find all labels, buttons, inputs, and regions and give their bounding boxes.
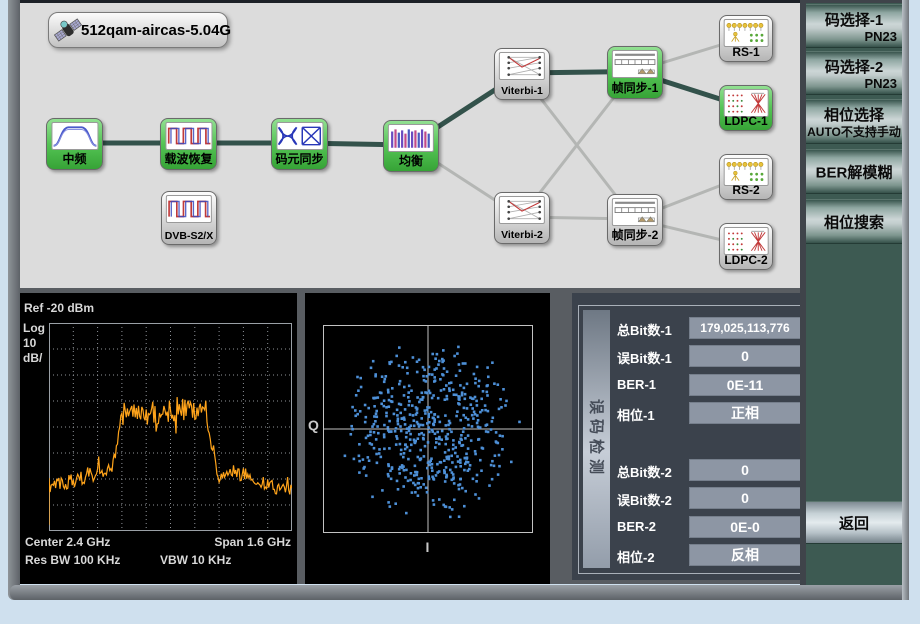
sidebar-button-value: PN23 (806, 76, 897, 91)
sidebar-button-1[interactable]: 码选择-1PN23 (806, 4, 902, 48)
signal-flow-diagram: 512qam-aircas-5.04G 中频 载波恢复 码元同步 均衡 DVB-S2/X… (20, 3, 800, 288)
flow-block-label: RS-1 (720, 45, 772, 59)
window-bottom-edge (10, 585, 908, 600)
flow-block-carrier[interactable]: 载波恢复 (160, 118, 217, 170)
error-row-label: 相位-1 (617, 405, 655, 424)
spectrum-vbw: VBW 10 KHz (160, 553, 231, 567)
error-row-label: BER-2 (617, 519, 656, 534)
flow-block-frame2[interactable]: 帧同步-2 (607, 194, 663, 246)
frame-icon (612, 50, 658, 78)
flow-block-label: LDPC-1 (720, 114, 772, 128)
ldpc-icon (724, 227, 769, 255)
constellation-plot (323, 325, 533, 533)
error-detection-frame: 误码检测 总Bit数-1 179,025,113,776 误Bit数-1 0 BER-1… (578, 305, 808, 574)
error-detection-strip-label: 误码检测 (586, 399, 607, 479)
trellis-icon (499, 196, 545, 224)
signal-title-chip[interactable]: 512qam-aircas-5.04G (48, 12, 228, 48)
sidebar-button-value: AUTO不支持手动 (806, 123, 902, 140)
ldpc-icon (724, 89, 769, 117)
flow-block-viterbi1[interactable]: Viterbi-1 (494, 48, 550, 100)
error-detection-panel: 误码检测 总Bit数-1 179,025,113,776 误Bit数-1 0 BER-1… (572, 293, 818, 580)
spectrum-center-freq: Center 2.4 GHz (25, 535, 110, 549)
sidebar-button-label: 相位搜索 (806, 211, 902, 232)
error-row-value: 0 (689, 459, 801, 481)
error-detection-strip: 误码检测 (583, 310, 610, 568)
error-row-value: 179,025,113,776 (689, 317, 801, 339)
sidebar-button-value: PN23 (806, 29, 897, 44)
error-row-label: 相位-2 (617, 547, 655, 566)
flow-block-label: Viterbi-2 (495, 229, 549, 241)
flow-block-label: 中频 (47, 150, 102, 167)
flow-block-label: 均衡 (384, 152, 438, 169)
sidebar-button-label: 码选择-2 (806, 56, 902, 77)
control-sidebar: 返回 码选择-1PN23码选择-2PN23相位选择AUTO不支持手动BER解模糊… (800, 0, 902, 585)
error-row-value: 0E-0 (689, 516, 801, 538)
error-row-value: 0E-11 (689, 374, 801, 396)
flow-block-dvb[interactable]: DVB-S2/X (161, 191, 217, 245)
satellite-icon (53, 15, 83, 45)
return-button-label: 返回 (806, 512, 902, 533)
error-row-label: 总Bit数-1 (617, 320, 672, 339)
error-row-label: 误Bit数-1 (617, 348, 672, 367)
error-row-label: BER-1 (617, 377, 656, 392)
error-row-value: 0 (689, 487, 801, 509)
flow-block-label: 帧同步-1 (608, 79, 662, 96)
spectrum-span: Span 1.6 GHz (214, 535, 291, 549)
constellation-panel: Q I (305, 293, 550, 584)
window-right-edge (902, 0, 909, 600)
flow-block-viterbi2[interactable]: Viterbi-2 (494, 192, 550, 244)
sidebar-button-label: 相位选择 (806, 104, 902, 125)
spectrum-ref-level: Ref -20 dBm (24, 301, 94, 315)
squarewave-icon (165, 122, 212, 150)
spectrum-scale-labels: Log 10 dB/ (23, 321, 45, 366)
sidebar-button-3[interactable]: 相位选择AUTO不支持手动 (806, 99, 902, 144)
flow-block-ldpc2[interactable]: LDPC-2 (719, 223, 773, 270)
sidebar-button-5[interactable]: 相位搜索 (806, 199, 902, 244)
sidebar-button-4[interactable]: BER解模糊 (806, 149, 902, 194)
signal-title-label: 512qam-aircas-5.04G (81, 22, 231, 39)
sidebar-button-2[interactable]: 码选择-2PN23 (806, 51, 902, 95)
spectrum-graticule (49, 323, 292, 531)
i-axis-label: I (305, 539, 550, 555)
rs-icon (724, 158, 769, 186)
error-row-label: 总Bit数-2 (617, 462, 672, 481)
flow-block-label: 帧同步-2 (608, 226, 662, 243)
error-row-value: 0 (689, 345, 801, 367)
spectrum-icon (51, 122, 98, 150)
flow-block-ldpc1[interactable]: LDPC-1 (719, 85, 773, 131)
flow-block-label: 载波恢复 (161, 150, 216, 167)
flow-block-label: Viterbi-1 (495, 85, 549, 97)
flow-block-frame1[interactable]: 帧同步-1 (607, 46, 663, 99)
error-row-label: 误Bit数-2 (617, 490, 672, 509)
sidebar-button-label: 码选择-1 (806, 9, 902, 30)
spectrum-analyzer-panel: Ref -20 dBm Log 10 dB/ Center 2.4 GHz Sp… (20, 293, 297, 584)
bars-icon (388, 124, 434, 152)
squarewave-icon (166, 195, 212, 223)
flow-block-rs2[interactable]: RS-2 (719, 154, 773, 200)
error-row-value: 正相 (689, 402, 801, 424)
flow-block-label: LDPC-2 (720, 253, 772, 267)
flow-block-rs1[interactable]: RS-1 (719, 15, 773, 62)
return-button[interactable]: 返回 (806, 501, 902, 544)
q-axis-label: Q (308, 417, 319, 433)
window-left-edge (8, 0, 20, 600)
sidebar-button-label: BER解模糊 (806, 161, 902, 182)
eye-icon (276, 122, 323, 150)
rs-icon (724, 19, 769, 47)
flow-block-label: DVB-S2/X (162, 230, 216, 242)
flow-block-symsync[interactable]: 码元同步 (271, 118, 328, 170)
demodulator-app: 512qam-aircas-5.04G 中频 载波恢复 码元同步 均衡 DVB-S2/X… (0, 0, 920, 624)
flow-block-eq[interactable]: 均衡 (383, 120, 439, 172)
monitor-panels: Ref -20 dBm Log 10 dB/ Center 2.4 GHz Sp… (20, 288, 800, 584)
flow-block-label: 码元同步 (272, 150, 327, 167)
flow-block-label: RS-2 (720, 183, 772, 197)
frame-icon (612, 198, 658, 226)
flow-block-if[interactable]: 中频 (46, 118, 103, 170)
control-sidebar-inner: 返回 码选择-1PN23码选择-2PN23相位选择AUTO不支持手动BER解模糊… (806, 3, 902, 585)
trellis-icon (499, 52, 545, 80)
spectrum-rbw: Res BW 100 KHz (25, 553, 120, 567)
error-row-value: 反相 (689, 544, 801, 566)
